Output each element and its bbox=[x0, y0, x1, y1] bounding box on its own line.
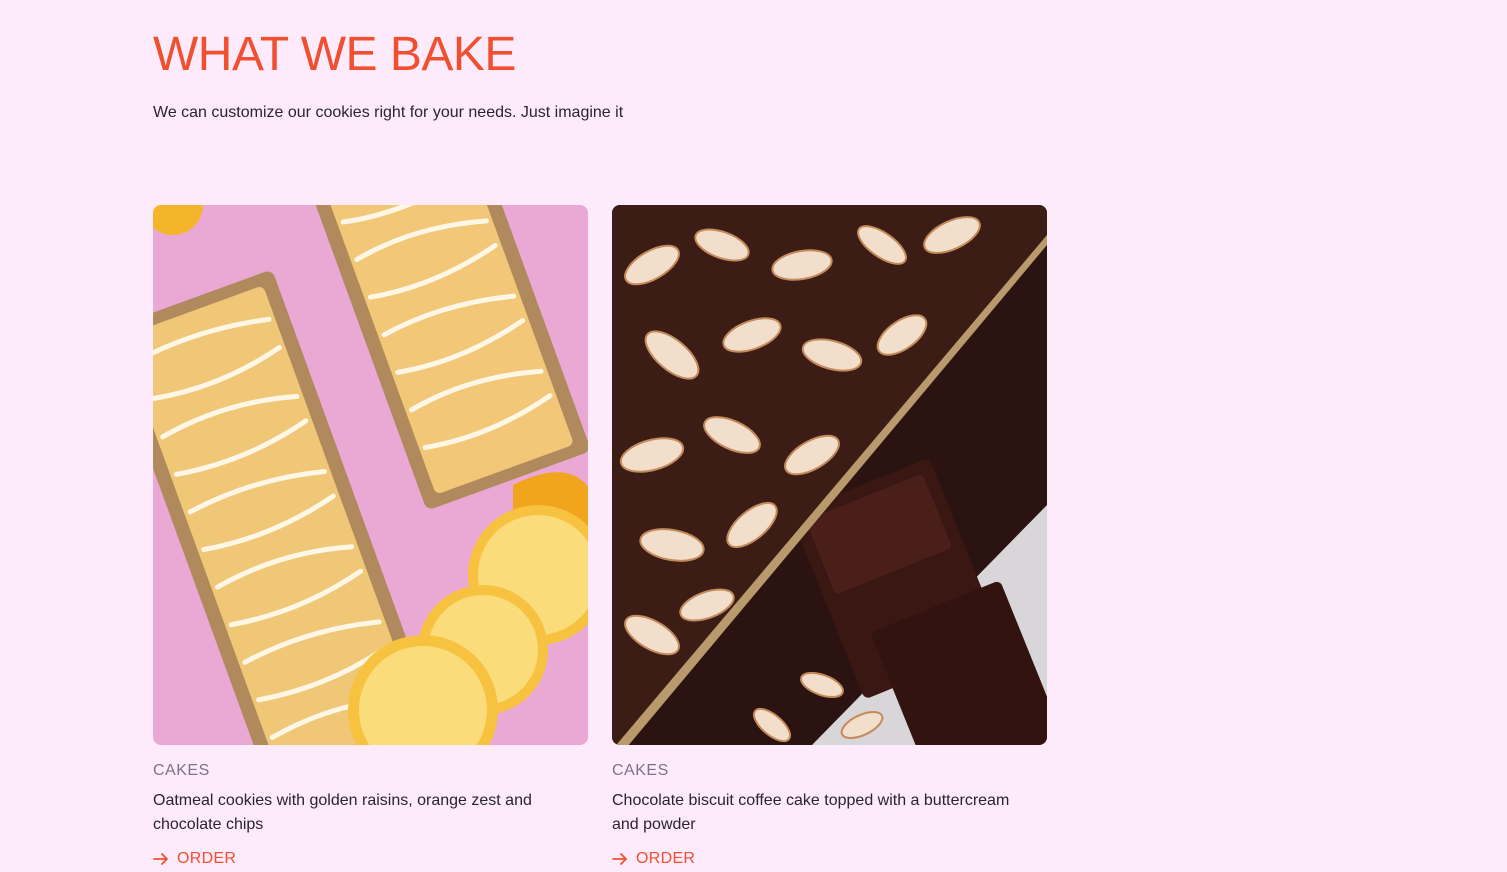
page: WHAT WE BAKE We can customize our cookie… bbox=[0, 0, 1507, 872]
page-subtitle: We can customize our cookies right for y… bbox=[153, 104, 624, 121]
almond-chocolate-cake-photo bbox=[612, 205, 1047, 745]
order-label: ORDER bbox=[636, 850, 696, 867]
arrow-right-icon bbox=[612, 853, 627, 865]
order-link[interactable]: ORDER bbox=[612, 849, 1047, 869]
card-category: CAKES bbox=[153, 762, 210, 779]
product-cards: CAKES Oatmeal cookies with golden raisin… bbox=[153, 205, 1047, 869]
card-description: Oatmeal cookies with golden raisins, ora… bbox=[153, 792, 532, 833]
card-description: Chocolate biscuit coffee cake topped wit… bbox=[612, 792, 1010, 833]
order-label: ORDER bbox=[177, 850, 237, 867]
product-card: CAKES Oatmeal cookies with golden raisin… bbox=[153, 205, 588, 869]
arrow-right-icon bbox=[153, 853, 168, 865]
order-link[interactable]: ORDER bbox=[153, 849, 588, 869]
product-card: CAKES Chocolate biscuit coffee cake topp… bbox=[612, 205, 1047, 869]
lemon-loaf-cakes-photo bbox=[153, 205, 588, 745]
card-category: CAKES bbox=[612, 762, 669, 779]
page-title: WHAT WE BAKE bbox=[153, 28, 516, 81]
